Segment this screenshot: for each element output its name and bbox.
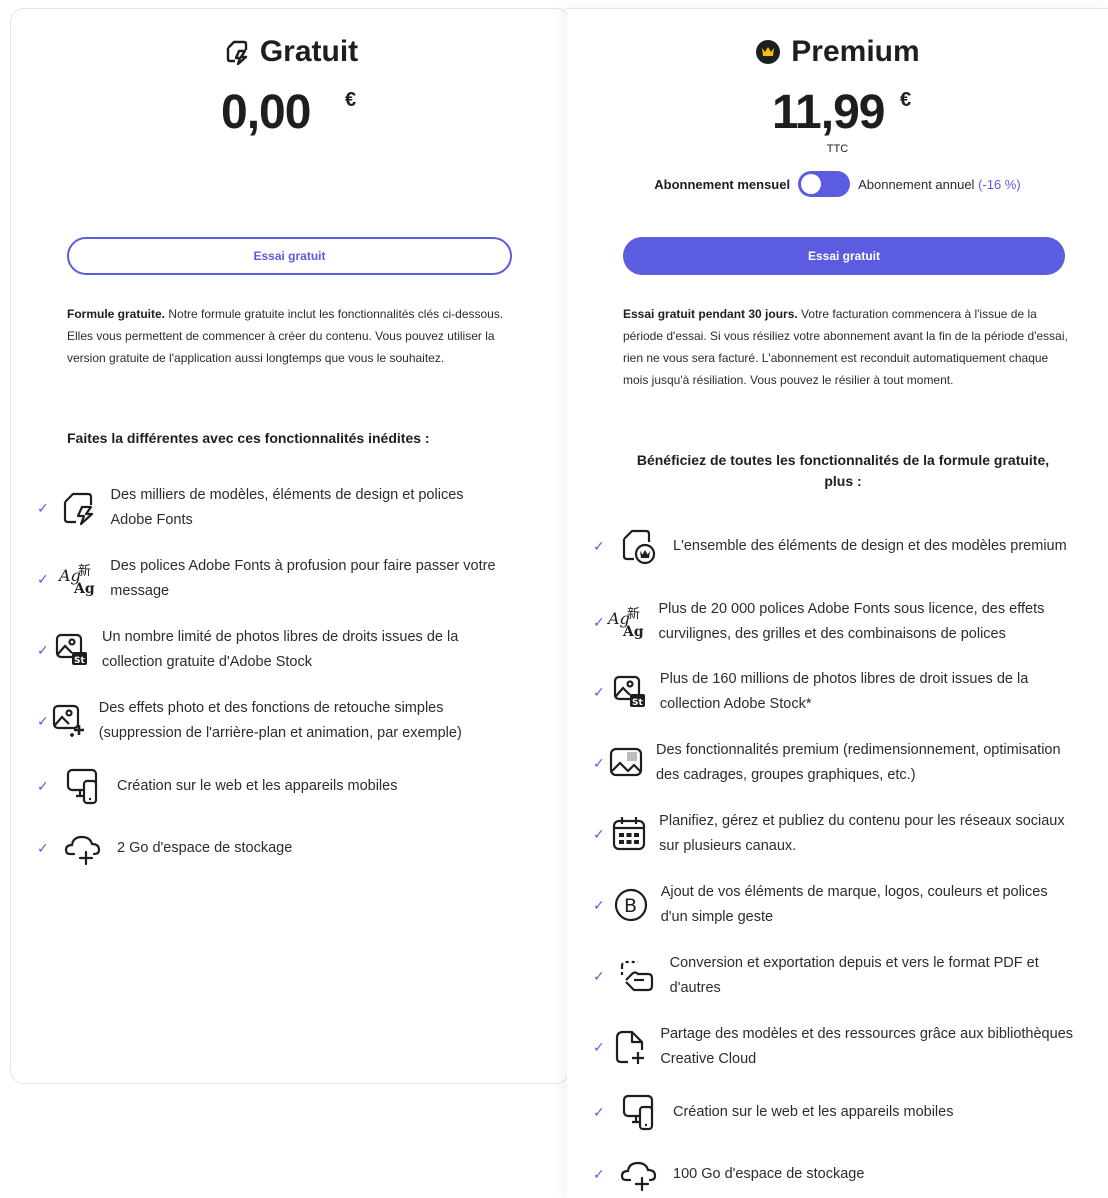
template-shapes-icon <box>226 40 248 65</box>
premium-feature-item: ✓ Des fonctionnalités premium (redimensi… <box>593 738 1073 788</box>
check-icon: ✓ <box>593 1038 605 1055</box>
crown-icon <box>756 40 781 64</box>
premium-feature-item: ✓ St Plus de 160 millions de photos libr… <box>593 667 1073 717</box>
toggle-knob <box>801 174 822 194</box>
premium-trial-button[interactable]: Essai gratuit <box>623 237 1065 275</box>
svg-text:St: St <box>632 698 643 708</box>
premium-templates-icon <box>617 526 661 566</box>
free-plan-name: Gratuit <box>259 35 359 68</box>
free-feature-item: ✓ St Un nombre limité de photos libres d… <box>37 625 507 675</box>
feature-text: Des milliers de modèles, éléments de des… <box>110 487 464 528</box>
fonts-icon: Ag 新 Ag <box>58 559 98 599</box>
premium-feature-item: ✓ Partage des modèles et des ressources … <box>593 1022 1073 1072</box>
devices-icon <box>617 1092 661 1132</box>
devices-icon <box>61 766 105 806</box>
free-feature-item: ✓ Des effets photo et des fonctions de r… <box>37 696 507 746</box>
free-feature-item: ✓ Des milliers de modèles, éléments de d… <box>37 483 507 533</box>
cloud-storage-icon <box>61 828 105 868</box>
resize-image-icon <box>608 743 644 783</box>
free-feature-item: ✓ Création sur le web et les appareils m… <box>37 766 507 806</box>
premium-feature-item: ✓ Planifiez, gérez et publiez du contenu… <box>593 809 1073 859</box>
check-icon: ✓ <box>593 1165 605 1182</box>
template-shapes-icon <box>59 488 99 528</box>
free-description: Formule gratuite. Notre formule gratuite… <box>67 307 504 365</box>
feature-text: L'ensemble des éléments de design et des… <box>673 537 1067 554</box>
premium-feature-item: ✓ Conversion et exportation depuis et ve… <box>593 951 1073 1001</box>
adobe-stock-icon: St <box>612 672 648 712</box>
annual-discount: (-16 %) <box>978 176 1021 192</box>
svg-text:Ag: Ag <box>73 581 95 597</box>
check-icon: ✓ <box>37 777 49 794</box>
premium-plan-name: Premium <box>791 35 920 68</box>
free-price: 0,00 <box>221 86 311 139</box>
svg-text:Ag: Ag <box>622 624 644 640</box>
annual-label[interactable]: Abonnement annuel (-16 %) <box>858 177 1021 192</box>
premium-feature-item: ✓ 100 Go d'espace de stockage <box>593 1154 1073 1194</box>
monthly-label[interactable]: Abonnement mensuel <box>654 177 790 192</box>
tax-label: TTC <box>826 143 849 155</box>
feature-text: 100 Go d'espace de stockage <box>673 1165 865 1182</box>
feature-text: Conversion et exportation depuis et vers… <box>669 955 1039 996</box>
check-icon: ✓ <box>37 712 49 729</box>
premium-feature-item: ✓ Ag 新 Ag Plus de 20 000 polices Adobe Fon… <box>593 597 1073 647</box>
feature-text: Un nombre limité de photos libres de dro… <box>102 629 459 670</box>
check-icon: ✓ <box>37 839 49 856</box>
premium-price: 11,99 <box>772 86 885 139</box>
cloud-storage-icon <box>617 1154 661 1194</box>
free-plan-title: Gratuit <box>11 35 571 69</box>
feature-text: Des fonctionnalités premium (redimension… <box>655 742 1061 783</box>
fonts-icon: Ag 新 Ag <box>607 602 647 642</box>
check-icon: ✓ <box>593 1103 605 1120</box>
feature-text: Des effets photo et des fonctions de ret… <box>98 700 462 741</box>
photo-effects-icon <box>51 701 87 741</box>
svg-text:新: 新 <box>627 606 640 622</box>
check-icon: ✓ <box>593 537 605 554</box>
check-icon: ✓ <box>37 641 49 658</box>
premium-feature-item: ✓ B Ajout de vos éléments de marque, log… <box>593 880 1073 930</box>
premium-currency: € <box>900 89 912 111</box>
feature-text: Partage des modèles et des ressources gr… <box>660 1026 1074 1067</box>
check-icon: ✓ <box>593 754 605 771</box>
share-libraries-icon <box>612 1027 648 1067</box>
free-features-heading: Faites la différentes avec ces fonctionn… <box>67 430 430 446</box>
check-icon: ✓ <box>593 613 605 630</box>
feature-text: Création sur le web et les appareils mob… <box>673 1103 954 1120</box>
free-feature-item: ✓ Ag 新 Ag Des polices Adobe Fonts à profus… <box>37 554 507 604</box>
check-icon: ✓ <box>37 570 49 587</box>
check-icon: ✓ <box>593 825 605 842</box>
feature-text: Création sur le web et les appareils mob… <box>117 777 398 794</box>
convert-export-icon <box>616 956 658 996</box>
svg-text:B: B <box>624 895 637 917</box>
adobe-stock-icon: St <box>54 630 90 670</box>
billing-toggle-switch[interactable] <box>798 171 851 197</box>
free-feature-item: ✓ 2 Go d'espace de stockage <box>37 828 507 868</box>
svg-text:St: St <box>74 656 85 666</box>
premium-feature-item: ✓ L'ensemble des éléments de design et d… <box>593 526 1073 566</box>
premium-description: Essai gratuit pendant 30 jours. Votre fa… <box>623 307 1068 387</box>
premium-feature-item: ✓ Création sur le web et les appareils m… <box>593 1092 1073 1132</box>
feature-text: Ajout de vos éléments de marque, logos, … <box>660 884 1048 925</box>
free-trial-button[interactable]: Essai gratuit <box>67 237 512 275</box>
calendar-icon <box>611 814 647 854</box>
premium-features-heading: Bénéficiez de toutes les fonctionnalités… <box>636 452 1050 489</box>
billing-toggle-row: Abonnement mensuel Abonnement annuel (-1… <box>567 171 1108 197</box>
premium-plan-card: Premium 11,99 € TTC Abonnement mensuel A… <box>567 8 1108 1198</box>
svg-text:新: 新 <box>78 563 91 579</box>
feature-text: Plus de 20 000 polices Adobe Fonts sous … <box>658 601 1045 642</box>
brand-icon: B <box>613 885 649 925</box>
free-plan-card: Gratuit 0,00 € Essai gratuit Formule gra… <box>10 8 570 1084</box>
check-icon: ✓ <box>593 967 605 984</box>
check-icon: ✓ <box>37 499 49 516</box>
feature-text: 2 Go d'espace de stockage <box>117 839 293 856</box>
check-icon: ✓ <box>593 683 605 700</box>
check-icon: ✓ <box>593 896 605 913</box>
premium-plan-title: Premium <box>567 35 1108 69</box>
feature-text: Des polices Adobe Fonts à profusion pour… <box>110 558 496 599</box>
free-currency: € <box>345 89 357 111</box>
feature-text: Plus de 160 millions de photos libres de… <box>659 671 1029 712</box>
feature-text: Planifiez, gérez et publiez du contenu p… <box>659 813 1065 854</box>
